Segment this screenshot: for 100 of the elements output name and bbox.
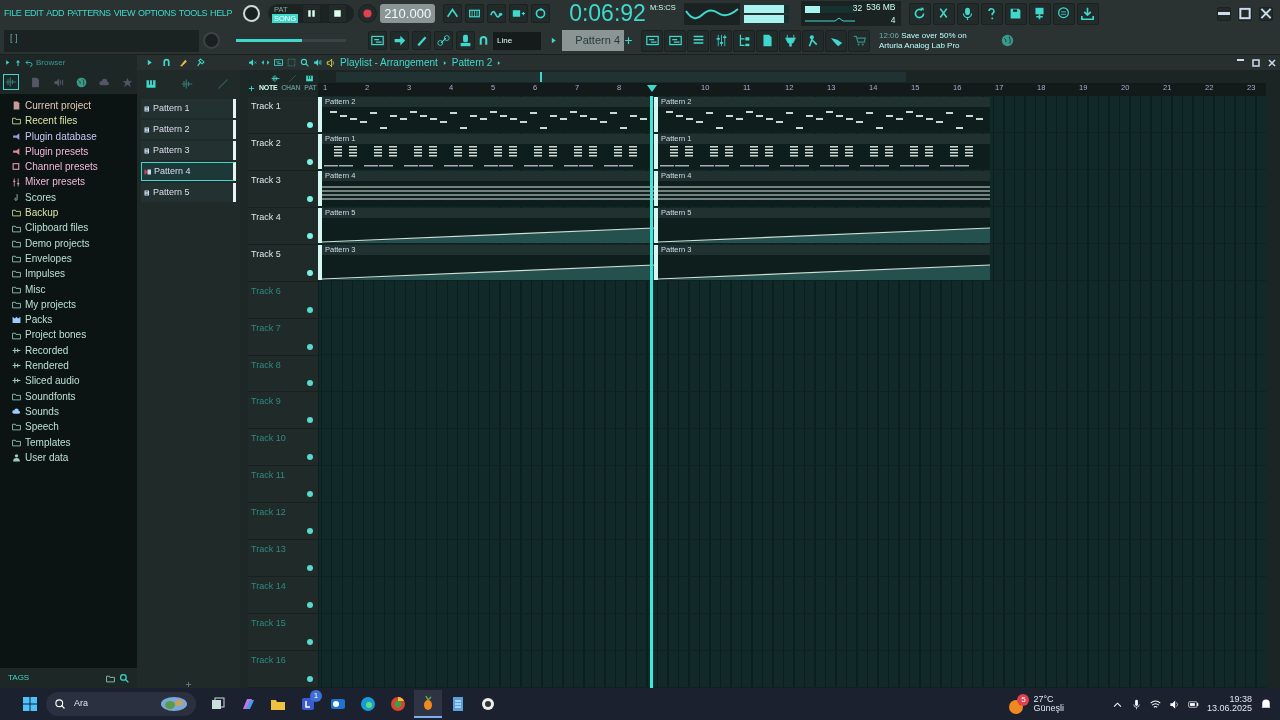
- track-name[interactable]: Track 3: [248, 170, 318, 188]
- browser-item[interactable]: Plugin database: [0, 128, 137, 144]
- toolbar-button[interactable]: [434, 31, 453, 50]
- track-mute-button[interactable]: [307, 528, 313, 535]
- zoom-icon[interactable]: [300, 58, 309, 67]
- toolbar-button[interactable]: [1004, 2, 1027, 25]
- track-name[interactable]: Track 7: [248, 318, 318, 336]
- magnet-icon[interactable]: [162, 58, 171, 67]
- track-mute-button[interactable]: [307, 675, 313, 682]
- toolbar-button[interactable]: [664, 29, 686, 52]
- browser-item[interactable]: Misc: [0, 281, 137, 297]
- browser-item[interactable]: Scores: [0, 189, 137, 206]
- toolbar-button[interactable]: [456, 31, 475, 50]
- toolbar-button[interactable]: [710, 29, 732, 52]
- toolbar-button[interactable]: [641, 29, 663, 52]
- piano-icon[interactable]: [305, 74, 314, 83]
- browser-item[interactable]: Backup: [0, 205, 137, 221]
- track-name[interactable]: Track 11: [248, 466, 318, 483]
- browser-item[interactable]: Current project: [0, 98, 137, 114]
- toolbar-button[interactable]: [1076, 2, 1099, 25]
- play-icon[interactable]: [4, 59, 11, 66]
- toolbar-button[interactable]: [509, 4, 529, 23]
- battery-icon[interactable]: [1187, 698, 1199, 710]
- slip-icon[interactable]: [261, 58, 270, 67]
- speaker-icon[interactable]: [326, 57, 336, 68]
- toolbar-button[interactable]: [1052, 2, 1075, 25]
- volume-icon[interactable]: [1168, 698, 1180, 710]
- toolbar-button[interactable]: [687, 29, 709, 52]
- browser-item[interactable]: Demo projects: [0, 235, 137, 251]
- window-minimize-button[interactable]: [1217, 6, 1231, 21]
- pattern-selector[interactable]: Pattern 4: [562, 30, 624, 51]
- close-icon[interactable]: [1268, 58, 1276, 67]
- pause-button[interactable]: [302, 4, 322, 23]
- track-mute-button[interactable]: [307, 639, 313, 645]
- playlist-pattern-name[interactable]: Pattern 2: [451, 55, 493, 70]
- pattern-item[interactable]: Pattern 3: [141, 141, 236, 160]
- toolbar-button[interactable]: [465, 4, 485, 23]
- browser-item[interactable]: My projects: [0, 296, 137, 313]
- toolbar-button[interactable]: [956, 2, 979, 25]
- track-name[interactable]: Track 6: [248, 281, 318, 299]
- browser-item[interactable]: Clipboard files: [0, 220, 137, 236]
- browser-item[interactable]: Rendered: [0, 358, 137, 374]
- track-mute-button[interactable]: [307, 232, 313, 239]
- pattern-item[interactable]: Pattern 1: [141, 99, 236, 118]
- play-icon[interactable]: [145, 58, 154, 67]
- toolbar-button[interactable]: [932, 2, 955, 25]
- star-icon[interactable]: [122, 76, 133, 88]
- browser-item[interactable]: Packs: [0, 312, 137, 328]
- browser-item[interactable]: Plugin presets: [0, 143, 137, 160]
- folder-icon[interactable]: [106, 673, 115, 683]
- track-mute-button[interactable]: [307, 343, 313, 350]
- toolbar-button[interactable]: [443, 4, 463, 23]
- microphone-icon[interactable]: [1130, 698, 1142, 710]
- pencil-icon[interactable]: [179, 58, 188, 67]
- track-name[interactable]: Track 14: [248, 577, 318, 594]
- track-name[interactable]: Track 12: [248, 503, 318, 520]
- master-volume-slider[interactable]: [236, 39, 302, 42]
- browser-item[interactable]: Sounds: [0, 403, 137, 420]
- browser-item[interactable]: Impulses: [0, 266, 137, 282]
- toolbar-button[interactable]: [980, 2, 1003, 25]
- mute-icon[interactable]: [248, 58, 257, 67]
- menu-item[interactable]: EDIT: [24, 6, 44, 21]
- snap-selector[interactable]: Line: [493, 31, 541, 50]
- track-name[interactable]: Track 16: [248, 651, 318, 668]
- pattern-item[interactable]: Pattern 4: [141, 162, 236, 181]
- chevron-icon[interactable]: [496, 59, 503, 66]
- restore-icon[interactable]: [1252, 58, 1260, 67]
- track-mute-button[interactable]: [307, 306, 313, 313]
- browser-item[interactable]: User data: [0, 449, 137, 466]
- notification-icon[interactable]: [1260, 698, 1272, 710]
- taskbar-app[interactable]: 1: [294, 690, 322, 718]
- menu-item[interactable]: OPTIONS: [138, 6, 176, 21]
- globe-icon[interactable]: [1001, 34, 1014, 47]
- speaker-icon[interactable]: [313, 58, 322, 67]
- toolbar-button[interactable]: [531, 4, 551, 23]
- magnet-icon[interactable]: [478, 35, 489, 46]
- track-mute-button[interactable]: [307, 454, 313, 461]
- browser-item[interactable]: Mixer presets: [0, 174, 137, 190]
- waveform-icon[interactable]: [271, 74, 280, 83]
- track-mute-button[interactable]: [307, 602, 313, 609]
- browser-item[interactable]: Sliced audio: [0, 373, 137, 389]
- piano-icon[interactable]: [145, 78, 157, 90]
- add-icon[interactable]: [624, 36, 633, 45]
- track-name[interactable]: Track 13: [248, 540, 318, 557]
- wifi-icon[interactable]: [1149, 698, 1161, 710]
- chevron-icon[interactable]: [441, 59, 448, 66]
- minimize-icon[interactable]: [1237, 58, 1244, 61]
- toolbar-button[interactable]: [412, 31, 431, 50]
- browser-item[interactable]: Recorded: [0, 342, 137, 359]
- menu-item[interactable]: PATTERNS: [67, 6, 111, 21]
- track-name[interactable]: Track 4: [248, 207, 318, 225]
- menu-item[interactable]: TOOLS: [178, 6, 208, 21]
- taskbar-search[interactable]: Ara: [46, 692, 196, 716]
- browser-item[interactable]: Envelopes: [0, 250, 137, 267]
- toolbar-button[interactable]: [733, 29, 755, 52]
- menu-item[interactable]: HELP: [210, 6, 233, 21]
- menu-item[interactable]: FILE: [4, 6, 22, 21]
- toolbar-button[interactable]: [1028, 2, 1051, 25]
- pitch-knob[interactable]: [243, 5, 261, 22]
- stop-button[interactable]: [328, 4, 348, 23]
